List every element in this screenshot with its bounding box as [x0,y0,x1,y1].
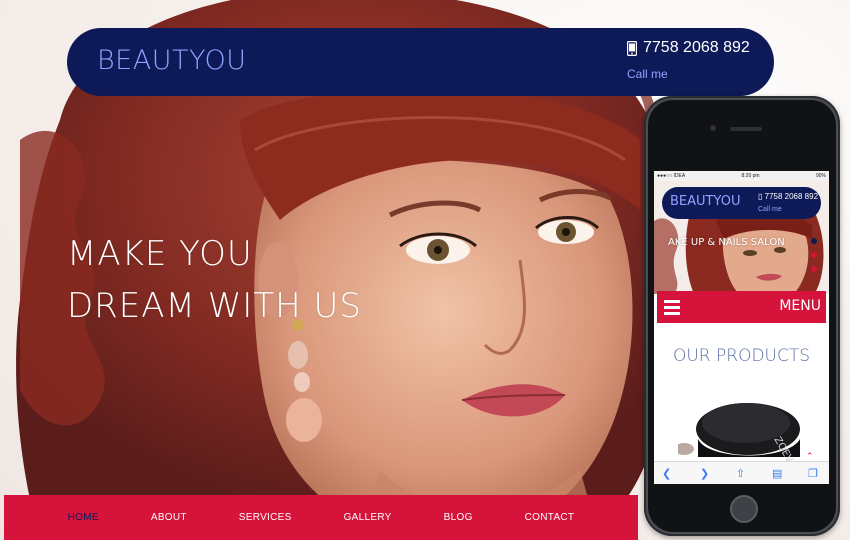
mobile-menu-label[interactable]: MENU [779,298,821,314]
tabs-icon[interactable]: ❐ [808,467,818,480]
mobile-menu-bar[interactable]: MENU [657,291,826,323]
nav-gallery[interactable]: GALLERY [318,512,418,523]
scroll-up-icon[interactable]: ⌃ [806,451,814,462]
back-arrow-icon[interactable]: ❮ [662,467,671,480]
phone-camera [710,125,716,131]
nav-items: HOME ABOUT SERVICES GALLERY BLOG CONTACT [4,495,638,540]
mobile-hero: BEAUTYOU ▯ 7758 2068 892 Call me AKE UP … [654,181,829,294]
share-icon[interactable]: ⇧ [736,467,745,480]
slider-dot-1[interactable] [811,238,817,244]
slider-dot-3[interactable] [811,266,817,272]
mobile-salon-caption: AKE UP & NAILS SALON [668,237,785,248]
nav-blog[interactable]: BLOG [418,512,499,523]
header-bar: BEAUTYOU 7758 2068 892 Call me [67,28,774,96]
mobile-phone-number[interactable]: ▯ 7758 2068 892 [758,192,818,201]
brand-logo[interactable]: BEAUTYOU [97,45,247,76]
phone-number: 7758 2068 892 [643,39,750,56]
mobile-header-bar: BEAUTYOU ▯ 7758 2068 892 Call me [662,187,821,219]
mobile-slider-dots [811,238,817,280]
tagline-line-1: MAKE YOU [67,234,253,274]
nav-home[interactable]: HOME [42,512,125,523]
hero-tagline: MAKE YOU DREAM WITH US [67,228,362,332]
mobile-call-me-link[interactable]: Call me [758,206,782,213]
hamburger-icon[interactable] [664,300,680,318]
nav-about[interactable]: ABOUT [125,512,213,523]
phone-speaker [730,127,762,131]
forward-arrow-icon[interactable]: ❯ [700,467,709,480]
mobile-phone-text: 7758 2068 892 [764,192,819,201]
status-time: 8:20 pm [741,173,760,179]
mobile-status-bar: ●●●○○ IDEA 8:20 pm 90% [654,171,829,181]
phone-screen: ●●●○○ IDEA 8:20 pm 90% BEAUTYOU ▯ 7758 2… [654,171,829,484]
phone-home-button[interactable] [730,495,758,523]
tagline-line-2: DREAM WITH US [67,286,362,326]
mobile-brand-logo[interactable]: BEAUTYOU [670,194,740,209]
mobile-browser-toolbar: ❮ ❯ ⇧ ▤ ❐ [654,461,829,484]
bookmarks-icon[interactable]: ▤ [772,467,782,480]
status-carrier: ●●●○○ IDEA [657,173,686,179]
status-battery: 90% [815,173,826,179]
product-jar-image: ZOEVA [678,403,800,461]
main-navigation: HOME ABOUT SERVICES GALLERY BLOG CONTACT [4,495,638,540]
slider-dot-2[interactable] [811,252,817,258]
call-me-link[interactable]: Call me [627,67,668,81]
phone-icon [627,40,637,56]
nav-services[interactable]: SERVICES [213,512,318,523]
phone-contact[interactable]: 7758 2068 892 [627,39,750,57]
nav-contact[interactable]: CONTACT [499,512,601,523]
mobile-products-title: OUR PRODUCTS [672,346,811,366]
